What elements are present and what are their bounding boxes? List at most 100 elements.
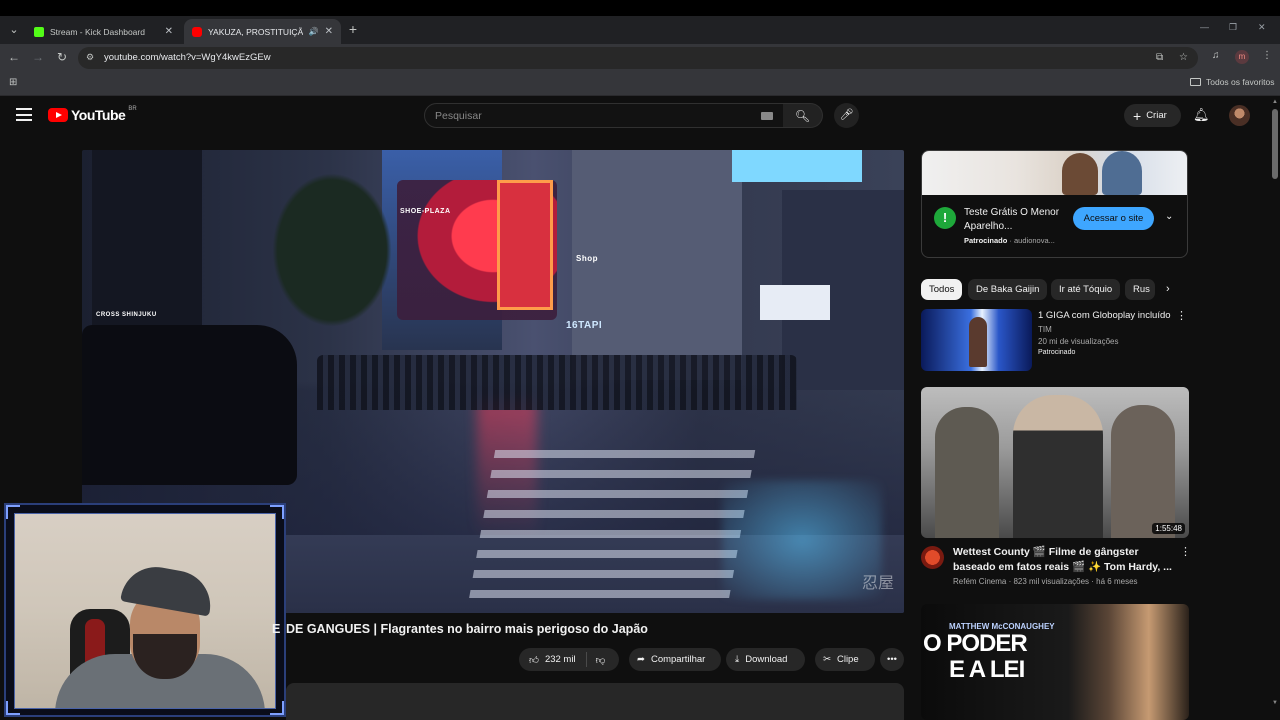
new-tab-button[interactable]: + [344, 20, 362, 38]
dislike-button[interactable]: 👎︎ [587, 654, 615, 666]
scene-crosswalk [468, 450, 756, 600]
video-title-line2[interactable]: baseado em fatos reais 🎬 ✨ Tom Hardy, ..… [953, 560, 1172, 575]
download-button[interactable]: ⤓ Download [726, 648, 805, 671]
share-label: Compartilhar [650, 654, 706, 665]
scene-billboard [732, 150, 862, 182]
tab-title: Stream - Kick Dashboard [50, 26, 145, 37]
keyboard-icon[interactable] [761, 112, 773, 120]
close-tab-icon[interactable]: ✕ [165, 26, 173, 37]
scroll-up-arrow-icon[interactable]: ▲ [1272, 99, 1278, 105]
scroll-down-arrow-icon[interactable]: ▼ [1272, 700, 1278, 706]
thumbs-up-icon: 👍︎ [529, 654, 539, 666]
like-button[interactable]: 👍︎ 232 mil [519, 652, 587, 667]
address-bar[interactable]: ⚙ youtube.com/watch?v=WgY4kwEzGEw ⧉ ☆ [78, 47, 1198, 69]
sidebar-ad[interactable]: ! Teste Grátis O Menor Aparelho... Patro… [921, 150, 1188, 258]
frame-corner [270, 505, 284, 519]
tab-search-chevron-icon[interactable]: ⌄ [4, 20, 24, 40]
reload-icon[interactable]: ↻ [54, 50, 70, 64]
all-bookmarks-folder[interactable]: Todos os favoritos [1190, 77, 1275, 87]
microphone-icon: 🎤︎ [839, 109, 854, 121]
video-title[interactable]: 1 GIGA com Globoplay incluído [1038, 308, 1171, 323]
more-actions-button[interactable]: ••• [880, 648, 904, 671]
back-arrow-icon[interactable]: ← [6, 50, 22, 64]
clip-button[interactable]: ✂ Clipe [815, 648, 875, 671]
more-vert-icon[interactable]: ⋮ [1176, 309, 1187, 322]
media-controls-icon[interactable]: ♫ [1212, 50, 1220, 61]
bookmarks-bar: ⊞ Todos os favoritos [0, 72, 1280, 96]
ad-domain: audionova... [1014, 236, 1055, 245]
chevron-down-icon[interactable]: ⌄ [1165, 211, 1173, 222]
install-app-icon[interactable]: ⧉ [1156, 52, 1163, 63]
chip-rus[interactable]: Rus [1125, 279, 1155, 300]
tab-youtube-video[interactable]: YAKUZA, PROSTITUIÇÃO E G 🔊 ✕ [184, 19, 341, 44]
video-thumbnail[interactable]: 1:55:48 [921, 387, 1189, 538]
visit-site-button[interactable]: Acessar o site [1073, 207, 1154, 230]
chevron-right-icon[interactable]: › [1166, 283, 1170, 295]
notifications-bell-icon[interactable]: 🔔︎ [1193, 107, 1210, 123]
page-scrollbar[interactable]: ▲ ▼ [1270, 97, 1280, 720]
channel-avatar[interactable] [921, 546, 944, 569]
browser-tab-strip: ⌄ Stream - Kick Dashboard ✕ YAKUZA, PROS… [0, 16, 1280, 44]
download-label: Download [745, 654, 788, 665]
ad-sponsored-label: Patrocinado [964, 236, 1008, 245]
sign-cross-shinjuku: CROSS SHINJUKU [96, 312, 157, 318]
thumbnail-title-line1: O PODER [923, 630, 1028, 657]
forward-arrow-icon[interactable]: → [30, 50, 46, 64]
more-vert-icon[interactable]: ⋮ [1180, 545, 1191, 558]
chip-baka-gaijin[interactable]: De Baka Gaijin [968, 279, 1048, 300]
search-button[interactable]: 🔍︎ [783, 103, 823, 128]
speaker-icon[interactable]: 🔊 [309, 27, 319, 36]
sign-shoe-plaza: SHOE-PLAZA [400, 208, 451, 215]
search-input[interactable]: Pesquisar [424, 103, 784, 128]
ad-title[interactable]: Teste Grátis O Menor Aparelho... [964, 206, 1069, 234]
youtube-logo[interactable]: YouTube BR [48, 106, 137, 123]
close-tab-icon[interactable]: ✕ [325, 26, 333, 37]
recommendation-item[interactable]: 1:55:48 Wettest County 🎬 Filme de gângst… [921, 387, 1191, 592]
scissors-icon: ✂ [823, 654, 831, 665]
video-title-partial: E [272, 622, 281, 636]
more-dots-icon: ••• [887, 654, 897, 665]
tab-kick-dashboard[interactable]: Stream - Kick Dashboard ✕ [26, 19, 181, 44]
scene-neon-tower [497, 180, 553, 310]
minimize-icon[interactable]: — [1200, 22, 1209, 32]
close-window-icon[interactable]: ✕ [1258, 22, 1266, 33]
hamburger-menu-icon[interactable] [16, 108, 32, 122]
scene-crowd-umbrellas [317, 355, 797, 410]
create-button[interactable]: + Criar [1124, 104, 1181, 127]
ad-person-woman [1062, 153, 1098, 195]
scene-lit-window [760, 285, 830, 320]
chip-tokyo[interactable]: Ir até Tóquio [1051, 279, 1121, 300]
video-thumbnail[interactable] [921, 309, 1032, 371]
channel-name[interactable]: TIM [1038, 325, 1052, 334]
video-duration: 1:55:48 [1152, 523, 1185, 534]
all-bookmarks-label: Todos os favoritos [1206, 77, 1275, 87]
maximize-icon[interactable]: ❐ [1229, 22, 1237, 33]
thumbnail-figure [935, 407, 999, 538]
webcam-feed [14, 513, 276, 709]
share-button[interactable]: ➦ Compartilhar [629, 648, 721, 671]
description-box[interactable] [286, 683, 904, 720]
profile-avatar[interactable]: m [1235, 50, 1249, 64]
recommendation-item[interactable]: 1 GIGA com Globoplay incluído TIM 20 mi … [921, 308, 1187, 371]
video-thumbnail[interactable]: MATTHEW McCONAUGHEY O PODER E A LEI [921, 604, 1189, 720]
like-count: 232 mil [544, 654, 576, 665]
scrollbar-thumb[interactable] [1272, 109, 1278, 179]
ad-banner-image[interactable] [922, 151, 1187, 195]
ad-person-man [1102, 151, 1142, 195]
folder-icon [1190, 78, 1201, 86]
site-info-icon[interactable]: ⚙ [86, 52, 94, 63]
channel-link[interactable]: Refém Cinema [953, 577, 1006, 586]
youtube-masthead: YouTube BR Pesquisar 🔍︎ 🎤︎ + Criar 🔔︎ [0, 97, 1270, 137]
clip-label: Clipe [836, 654, 859, 665]
bookmark-star-icon[interactable]: ☆ [1179, 52, 1188, 63]
browser-menu-icon[interactable]: ⋮ [1262, 50, 1272, 61]
apps-grid-icon[interactable]: ⊞ [9, 77, 17, 88]
voice-search-button[interactable]: 🎤︎ [834, 103, 859, 128]
account-avatar[interactable] [1229, 105, 1250, 126]
create-label: Criar [1146, 110, 1167, 121]
video-title: DE GANGUES | Flagrantes no bairro mais p… [286, 622, 648, 636]
sign-shop: Shop [576, 254, 598, 263]
recommendation-item[interactable]: MATTHEW McCONAUGHEY O PODER E A LEI [921, 604, 1189, 720]
chip-todos[interactable]: Todos [921, 279, 963, 300]
video-title-line1[interactable]: Wettest County 🎬 Filme de gângster [953, 545, 1139, 560]
